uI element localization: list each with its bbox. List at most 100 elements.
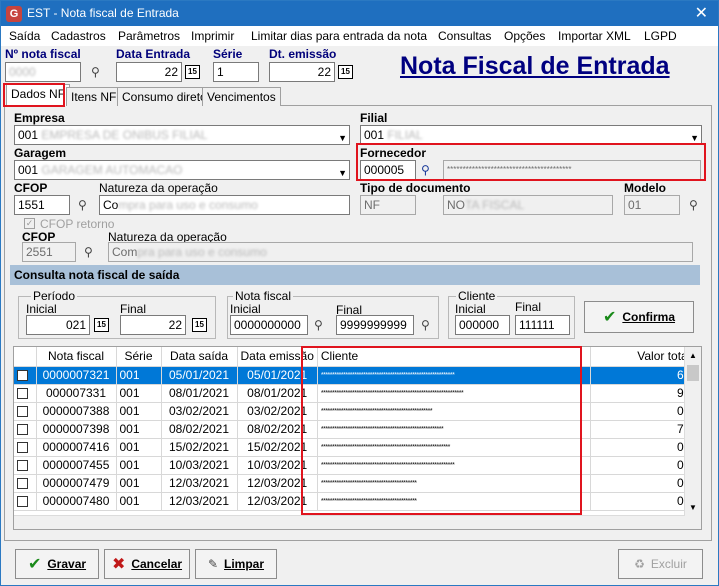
tab-consumo-direto[interactable]: Consumo direto [117,87,212,106]
table-row[interactable]: 0000007398 001 08/02/2021 08/02/2021 *******… [14,420,694,439]
table-row[interactable]: 0000007479 001 12/03/2021 12/03/2021 *******… [14,474,694,493]
excluir-button[interactable]: ♻ Excluir [618,549,703,579]
tab-dados-nf[interactable]: Dados NF [6,84,71,106]
col-serie[interactable]: Série [116,347,162,367]
row-checkbox-box[interactable] [17,478,28,490]
row-checkbox-box[interactable] [17,370,28,382]
periodo-inicial-label: Inicial [26,302,57,316]
cell-data-emissao: 15/02/2021 [237,438,318,457]
row-checkbox-box[interactable] [17,424,28,436]
tipo-doc-input[interactable]: NF [360,195,416,215]
gravar-button[interactable]: ✔ Gravar [15,549,99,579]
binoculars-icon[interactable]: ⚲ [689,198,698,212]
notas-grid[interactable]: Nota fiscal Série Data saída Data emissã… [13,346,702,530]
menu-parametros[interactable]: Parâmetros [118,29,180,43]
cfop2-input[interactable]: 2551 [22,242,76,262]
row-checkbox[interactable] [14,384,37,403]
row-checkbox[interactable] [14,402,37,421]
fornecedor-name-field: **************************************** [443,160,701,180]
dt-emissao-input[interactable]: 22 [269,62,335,82]
table-row[interactable]: 0000007480 001 12/03/2021 12/03/2021 *******… [14,492,694,511]
menu-opcoes[interactable]: Opções [504,29,545,43]
table-row[interactable]: 0000007416 001 15/02/2021 15/02/2021 *******… [14,438,694,457]
binoculars-icon[interactable]: ⚲ [421,163,430,177]
grid-horizontal-scrollbar[interactable] [14,515,685,529]
cell-nota-fiscal: 0000007479 [36,474,117,493]
table-row[interactable]: 000007331 001 08/01/2021 08/01/2021 ********… [14,384,694,403]
cell-data-emissao: 12/03/2021 [237,492,318,511]
scroll-thumb[interactable] [687,365,699,381]
row-checkbox[interactable] [14,456,37,475]
col-valor-total[interactable]: Valor total [590,347,694,367]
filial-label: Filial [360,111,388,125]
cell-data-emissao: 08/02/2021 [237,420,318,439]
row-checkbox[interactable] [14,438,37,457]
binoculars-icon[interactable]: ⚲ [421,318,430,332]
cancelar-button[interactable]: ✖ Cancelar [104,549,190,579]
table-row[interactable]: 0000007321 001 05/01/2021 05/01/2021 *******… [14,366,694,385]
calendar-icon[interactable]: 15 [185,65,200,79]
menu-importar-xml[interactable]: Importar XML [558,29,631,43]
col-cliente[interactable]: Cliente [317,347,591,367]
col-data-saida[interactable]: Data saída [161,347,238,367]
row-checkbox-box[interactable] [17,406,28,418]
data-entrada-input[interactable]: 22 [116,62,182,82]
periodo-final-input[interactable]: 22 [120,315,186,335]
periodo-inicial-input[interactable]: 021 [26,315,90,335]
modelo-label: Modelo [624,181,666,195]
row-checkbox[interactable] [14,492,37,511]
binoculars-icon[interactable]: ⚲ [78,198,87,212]
row-checkbox-box[interactable] [17,460,28,472]
limpar-button[interactable]: ✎ Limpar [195,549,277,579]
tab-itens-nf[interactable]: Itens NF [66,87,122,106]
grid-vertical-scrollbar[interactable]: ▲ ▼ [684,347,701,529]
empresa-select[interactable]: 001 EMPRESA DE ONIBUS FILIAL ▼ [14,125,350,145]
row-checkbox-box[interactable] [17,442,28,454]
cell-cliente: ****************************************… [317,420,591,439]
nota-final-input[interactable]: 9999999999 [336,315,414,335]
menu-saida[interactable]: Saída [9,29,40,43]
calendar-icon[interactable]: 15 [338,65,353,79]
table-row[interactable]: 0000007388 001 03/02/2021 03/02/2021 *******… [14,402,694,421]
calendar-icon[interactable]: 15 [192,318,207,332]
cliente-final-input[interactable]: 111111 [515,315,570,335]
nota-fiscal-input[interactable]: 0000 [9,65,36,79]
col-nota-fiscal[interactable]: Nota fiscal [36,347,117,367]
menu-lgpd[interactable]: LGPD [644,29,677,43]
menu-limitar-dias[interactable]: Limitar dias para entrada da nota [251,29,427,43]
cliente-inicial-input[interactable]: 000000 [455,315,510,335]
scroll-down-icon[interactable]: ▼ [685,503,701,512]
row-checkbox[interactable] [14,420,37,439]
close-icon[interactable]: ✕ [695,3,708,23]
row-checkbox[interactable] [14,474,37,493]
row-checkbox-box[interactable] [17,496,28,508]
nota-inicial-label: Inicial [230,302,261,316]
confirma-button[interactable]: ✔ Confirma [584,301,694,333]
modelo-input[interactable]: 01 [624,195,680,215]
row-checkbox-box[interactable] [17,388,28,400]
natureza2-input[interactable]: Compra para uso e consumo [108,242,693,262]
menu-consultas[interactable]: Consultas [438,29,491,43]
binoculars-icon[interactable]: ⚲ [91,65,100,79]
table-row[interactable]: 0000007455 001 10/03/2021 10/03/2021 *******… [14,456,694,475]
menu-imprimir[interactable]: Imprimir [191,29,234,43]
menu-cadastros[interactable]: Cadastros [51,29,106,43]
cfop-retorno-label: CFOP retorno [40,217,115,231]
menu-bar: Saída Cadastros Parâmetros Imprimir Limi… [1,26,718,46]
row-checkbox[interactable] [14,366,37,385]
natureza-input[interactable]: Compra para uso e consumo [99,195,350,215]
nota-inicial-input[interactable]: 0000000000 [230,315,308,335]
tab-vencimentos[interactable]: Vencimentos [202,87,281,106]
binoculars-icon[interactable]: ⚲ [314,318,323,332]
calendar-icon[interactable]: 15 [94,318,109,332]
filial-select[interactable]: 001 FILIAL ▼ [360,125,702,145]
serie-input[interactable]: 1 [213,62,259,82]
binoculars-icon[interactable]: ⚲ [84,245,93,259]
cfop-input[interactable]: 1551 [14,195,70,215]
cfop-retorno-checkbox[interactable]: ✓ [24,218,35,229]
col-data-emissao[interactable]: Data emissão [237,347,318,367]
garagem-select[interactable]: 001 GARAGEM AUTOMACAO ▼ [14,160,350,180]
fornecedor-code-input[interactable]: 000005 [360,160,416,180]
limpar-label: Limpar [224,557,265,571]
scroll-up-icon[interactable]: ▲ [685,351,701,360]
